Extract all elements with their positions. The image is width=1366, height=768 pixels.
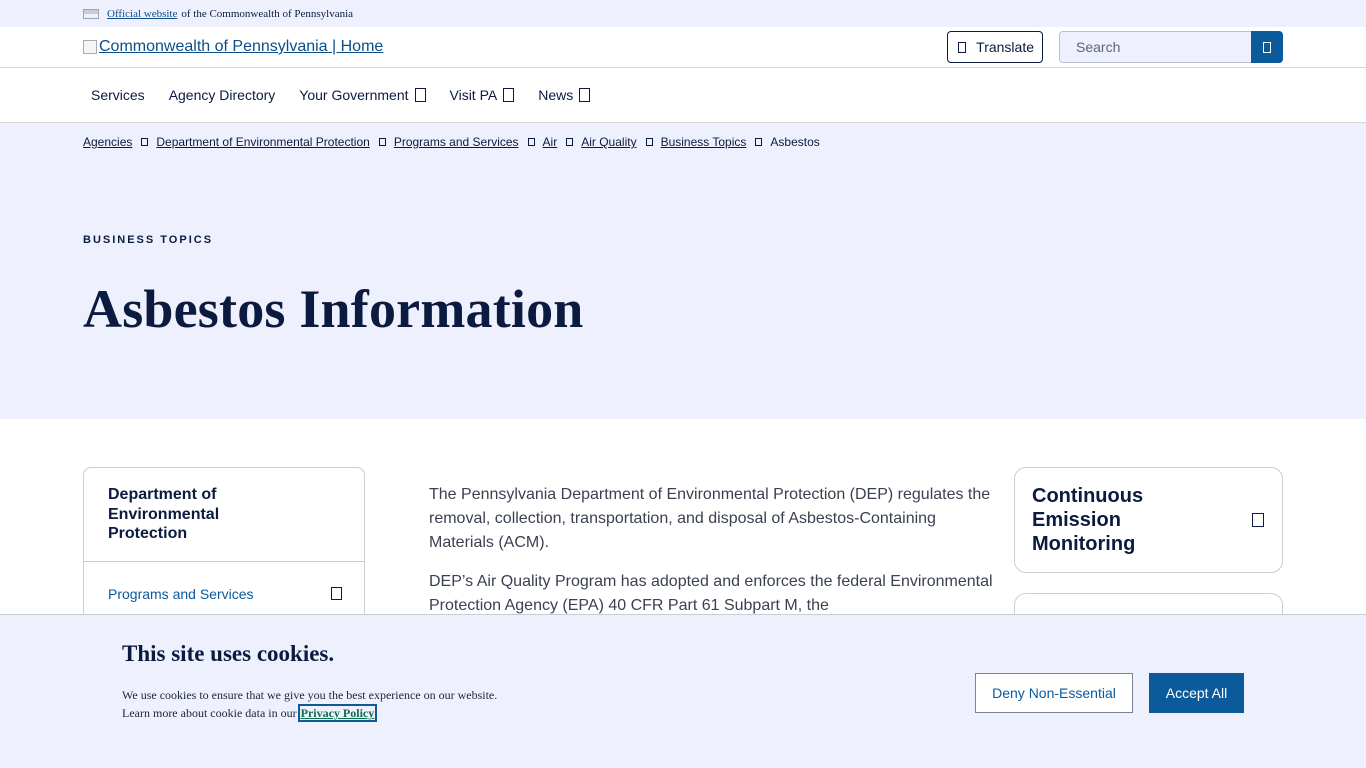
chevron-down-icon (579, 88, 591, 102)
chevron-down-icon (1252, 513, 1264, 527)
side-nav-item-programs[interactable]: Programs and Services (84, 562, 364, 602)
article-paragraph: The Pennsylvania Department of Environme… (429, 486, 991, 551)
related-card-continuous-emission[interactable]: Continuous Emission Monitoring (1014, 467, 1283, 573)
related-card-title: Continuous Emission Monitoring (1032, 485, 1144, 555)
cookie-text-line2: Learn more about cookie data in our (122, 706, 297, 720)
breadcrumb-item[interactable]: Business Topics (661, 135, 747, 149)
nav-item-label: News (538, 87, 574, 103)
breadcrumb-item[interactable]: Air (543, 135, 558, 149)
flag-icon (83, 8, 99, 19)
home-logo-link[interactable]: Commonwealth of Pennsylvania | Home (83, 38, 383, 56)
side-nav-title[interactable]: Department of Environmental Protection (84, 468, 364, 562)
search-icon (1263, 41, 1271, 53)
nav-item-services[interactable]: Services (83, 87, 153, 103)
nav-item-agency-directory[interactable]: Agency Directory (161, 87, 284, 103)
chevron-right-icon (141, 138, 149, 146)
chevron-right-icon (566, 138, 574, 146)
main-nav: Services Agency Directory Your Governmen… (0, 68, 1366, 123)
breadcrumb-item[interactable]: Department of Environmental Protection (156, 135, 369, 149)
breadcrumb-item[interactable]: Air Quality (581, 135, 636, 149)
nav-item-your-government[interactable]: Your Government (291, 87, 433, 103)
chevron-right-icon (527, 138, 535, 146)
chevron-down-icon (503, 88, 515, 102)
translate-button[interactable]: Translate (947, 31, 1043, 63)
nav-item-visit-pa[interactable]: Visit PA (442, 87, 523, 103)
site-header: Commonwealth of Pennsylvania | Home Tran… (0, 27, 1366, 68)
official-banner: Official website of the Commonwealth of … (0, 0, 1366, 27)
cookie-banner-description: We use cookies to ensure that we give yo… (122, 686, 542, 722)
search-form (1059, 31, 1283, 63)
breadcrumb-current: Asbestos (770, 135, 820, 149)
chevron-down-icon (414, 88, 426, 102)
globe-icon (958, 41, 967, 53)
chevron-right-icon (645, 138, 653, 146)
translate-label: Translate (976, 39, 1034, 55)
broken-image-icon (83, 40, 97, 54)
deny-non-essential-button[interactable]: Deny Non-Essential (975, 673, 1133, 713)
breadcrumb: Agencies Department of Environmental Pro… (83, 123, 1366, 161)
official-website-link[interactable]: Official website (107, 8, 177, 20)
search-input[interactable] (1059, 31, 1251, 63)
breadcrumb-item[interactable]: Agencies (83, 135, 132, 149)
page-title: Asbestos Information (83, 279, 584, 339)
search-button[interactable] (1251, 31, 1283, 63)
cookie-banner: This site uses cookies. We use cookies t… (0, 614, 1366, 768)
side-nav-item-label: Programs and Services (108, 585, 254, 602)
nav-item-label: Agency Directory (168, 87, 276, 103)
chevron-down-icon (331, 587, 342, 600)
nav-item-news[interactable]: News (530, 87, 598, 103)
nav-item-label: Services (91, 87, 145, 103)
header-actions: Translate (947, 31, 1283, 63)
privacy-policy-link[interactable]: Privacy Policy (297, 704, 378, 722)
page-eyebrow: BUSINESS TOPICS (83, 234, 214, 246)
page-hero: Agencies Department of Environmental Pro… (0, 123, 1366, 419)
article-paragraph: DEP’s Air Quality Program has adopted an… (429, 573, 993, 614)
official-banner-text: of the Commonwealth of Pennsylvania (181, 7, 354, 20)
chevron-right-icon (755, 138, 763, 146)
chevron-right-icon (378, 138, 386, 146)
article-body: The Pennsylvania Department of Environme… (429, 483, 995, 633)
accept-all-button[interactable]: Accept All (1149, 673, 1244, 713)
cookie-banner-title: This site uses cookies. (122, 641, 335, 666)
breadcrumb-item[interactable]: Programs and Services (394, 135, 519, 149)
logo-alt-text: Commonwealth of Pennsylvania | Home (99, 38, 384, 55)
nav-item-label: Your Government (299, 87, 409, 103)
nav-item-label: Visit PA (449, 87, 498, 103)
cookie-text-line1: We use cookies to ensure that we give yo… (122, 688, 498, 702)
